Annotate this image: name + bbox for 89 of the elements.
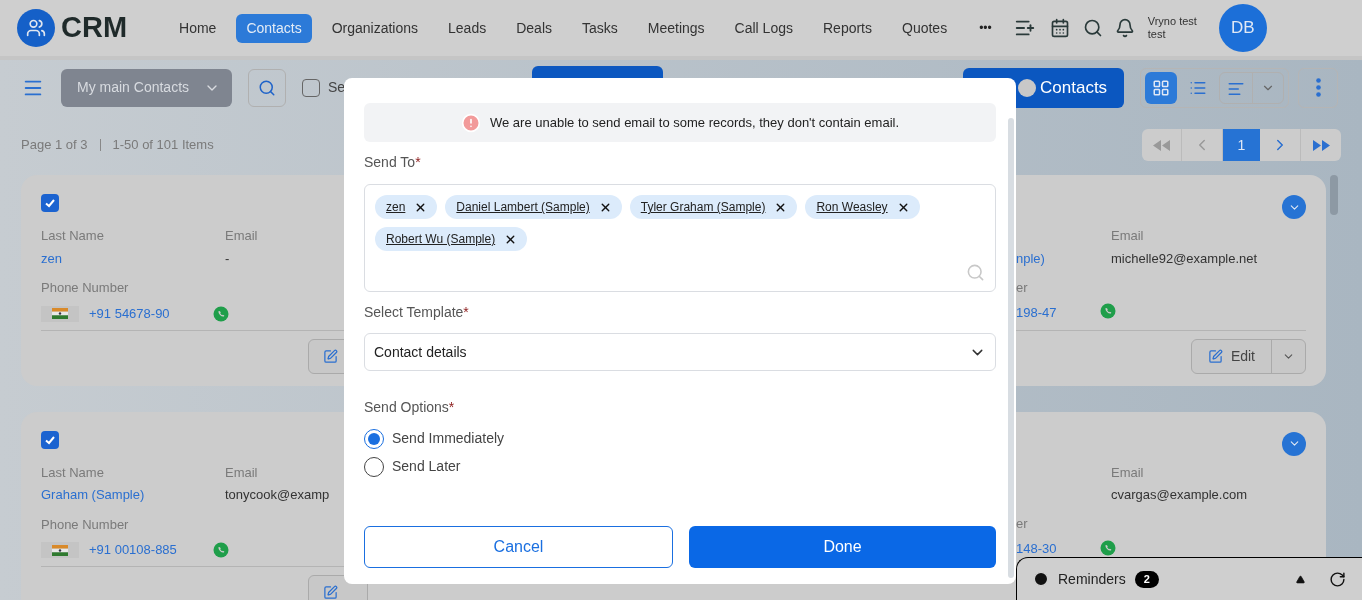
field-label: Last Name (41, 463, 105, 482)
nav-tab[interactable]: Tasks (572, 13, 628, 43)
page-info: Page 1 of 3 (21, 136, 88, 155)
clock-icon (1033, 571, 1049, 587)
whatsapp-icon[interactable] (213, 542, 229, 558)
expand-button[interactable] (1282, 431, 1306, 456)
reminders-bar[interactable]: Reminders 2 (1016, 557, 1362, 600)
template-select[interactable]: Contact details (364, 333, 996, 371)
alert-icon (460, 112, 481, 133)
alert-message: We are unable to send email to some records, they don't contain email. (489, 113, 900, 132)
select-all-checkbox[interactable] (302, 78, 320, 97)
edit-icon (323, 348, 338, 364)
nav-tab[interactable]: Reports (813, 13, 882, 43)
country-code-selector[interactable] (41, 542, 79, 558)
items-info: 1-50 of 101 Items (99, 139, 214, 151)
email-value: cvargas@example.com (1111, 486, 1248, 504)
refresh-icon[interactable] (1329, 570, 1346, 588)
field-label: er (1016, 278, 1028, 297)
field-label: Email (225, 227, 258, 245)
reminders-count: 2 (1134, 570, 1159, 588)
search-icon (258, 78, 276, 97)
add-icon (1018, 78, 1037, 97)
reminders-label: Reminders (1058, 569, 1126, 589)
cancel-button[interactable]: Cancel (364, 526, 673, 568)
field-label: Email (225, 463, 259, 482)
grid-view-icon (1152, 78, 1171, 97)
field-label: Send Options (364, 398, 449, 417)
done-button[interactable]: Done (689, 526, 996, 568)
user-avatar[interactable]: DB (1218, 4, 1267, 52)
field-label: Last Name (41, 227, 105, 245)
email-value: tonycook@examp (225, 486, 330, 504)
check-icon (44, 197, 56, 209)
field-label: Email (1111, 463, 1144, 482)
grid-view-button[interactable] (1145, 71, 1178, 104)
double-triangle-left-icon (1153, 139, 1170, 151)
user-name: Vryno test test (1147, 15, 1198, 41)
search-button[interactable] (248, 68, 286, 107)
email-value: michelle92@example.net (1111, 249, 1258, 268)
nav-tab[interactable]: Meetings (637, 13, 715, 43)
india-flag-icon (52, 308, 68, 319)
nav-tab[interactable]: Leads (438, 13, 497, 43)
calendar-icon[interactable] (1049, 18, 1070, 38)
nav-tab[interactable]: Call Logs (724, 13, 803, 43)
nav-tab[interactable]: Deals (506, 13, 562, 43)
notification-icon[interactable] (1114, 18, 1135, 38)
required-marker: * (463, 303, 469, 322)
radio-label: Send Immediately (392, 429, 505, 448)
whatsapp-icon[interactable] (1100, 539, 1116, 556)
more-options-button[interactable] (1298, 67, 1338, 108)
required-marker: * (415, 153, 421, 172)
field-label: Select Template (364, 303, 464, 322)
nav-tab[interactable]: Contacts (236, 13, 312, 43)
field-label: er (1016, 514, 1028, 533)
country-code-selector[interactable] (41, 305, 79, 322)
email-value: - (225, 249, 231, 268)
nav-tab[interactable]: Quotes (892, 13, 958, 43)
dialog-scrollbar[interactable] (1008, 118, 1014, 578)
nav-tab[interactable]: Home (169, 13, 227, 43)
required-marker: * (448, 398, 455, 417)
select-checkbox[interactable] (41, 430, 59, 449)
nav-tab[interactable]: Organizations (321, 13, 429, 43)
scrollbar[interactable] (1330, 175, 1338, 215)
field-label: Send To (364, 153, 416, 172)
edit-icon (323, 585, 338, 600)
recipients-field[interactable]: zen Daniel Lambert (Sample) Tyler Graham (Sample) Ron Weasley Robert Wu (Sample) (364, 184, 996, 292)
select-checkbox[interactable] (41, 194, 59, 212)
caret-up-icon[interactable] (1296, 574, 1305, 584)
recipient-tag[interactable]: zen (375, 195, 438, 219)
recipient-tag[interactable]: Tyler Graham (Sample) (629, 195, 798, 219)
more-menu[interactable]: ••• (979, 19, 992, 37)
recipient-tag[interactable]: Ron Weasley (805, 195, 920, 219)
recipient-tag[interactable]: Daniel Lambert (Sample) (445, 195, 622, 219)
search-icon[interactable] (1082, 18, 1103, 38)
select-all-label: Se (328, 78, 346, 97)
recipient-tag[interactable]: Robert Wu (Sample) (375, 227, 528, 251)
logo-text: CRM (61, 10, 128, 46)
logo-icon (17, 9, 55, 47)
expand-button[interactable] (1282, 195, 1306, 219)
page-button[interactable]: 1 (1223, 129, 1260, 161)
whatsapp-icon[interactable] (213, 305, 229, 322)
edit-icon (1207, 348, 1223, 364)
double-triangle-right-icon (1312, 139, 1330, 151)
field-label: Phone Number (41, 515, 130, 534)
field-label: Email (1111, 227, 1144, 245)
field-label: Phone Number (41, 279, 130, 297)
radio-label: Send Later (392, 457, 461, 476)
india-flag-icon (52, 544, 68, 556)
whatsapp-icon[interactable] (1100, 303, 1116, 319)
more-icon (1315, 78, 1321, 97)
